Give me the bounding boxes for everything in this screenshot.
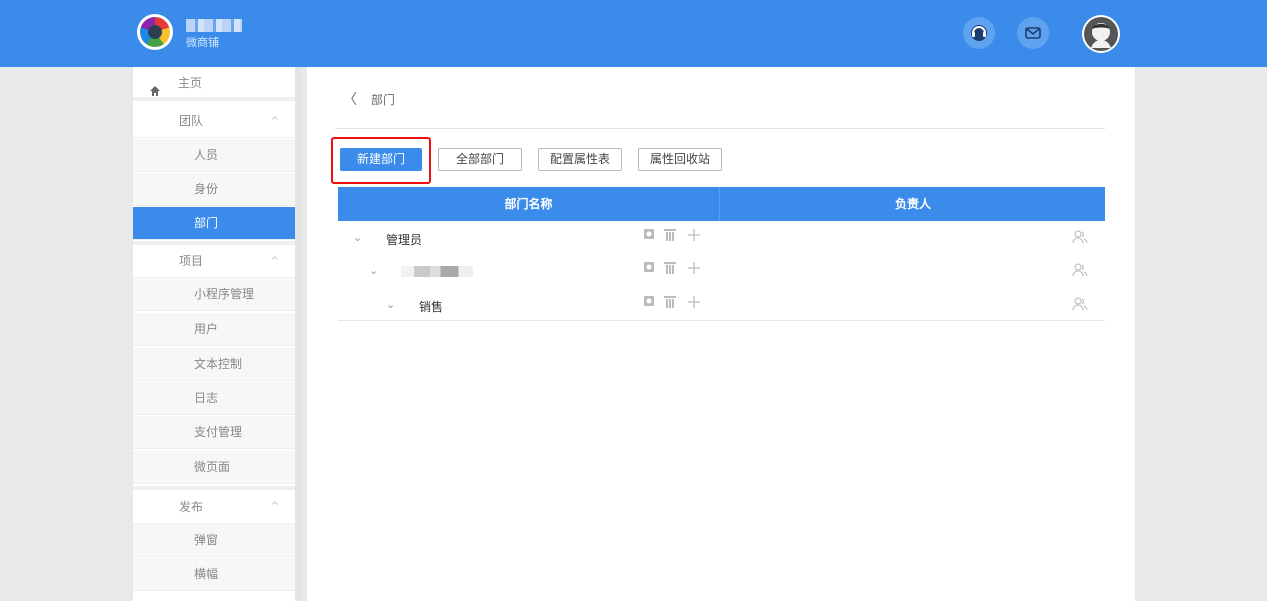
- sidebar-item-payment[interactable]: 支付管理: [133, 416, 295, 449]
- chevron-down-icon[interactable]: ⌄: [353, 231, 362, 244]
- table-row: ⌄: [338, 254, 1105, 288]
- sidebar-item-popup[interactable]: 弹窗: [133, 524, 295, 557]
- assign-owner-icon[interactable]: [1072, 297, 1088, 314]
- dept-name-obscured: [401, 266, 473, 277]
- trash-icon[interactable]: [663, 261, 677, 278]
- trash-icon[interactable]: [663, 295, 677, 312]
- view-icon[interactable]: [643, 261, 655, 276]
- sidebar-group-team[interactable]: 团队 ^: [133, 105, 295, 138]
- column-header-owner: 负责人: [894, 197, 931, 211]
- divider: [335, 128, 1105, 129]
- sidebar-item-miniprogram[interactable]: 小程序管理: [133, 278, 295, 311]
- chevron-up-icon: ^: [270, 256, 279, 267]
- sidebar-item-department[interactable]: 部门: [133, 207, 295, 240]
- table-row: ⌄ 管理员: [338, 221, 1105, 255]
- main-content: 〈 部门 新建部门 全部部门 配置属性表 属性回收站 部门名称 负责人 ⌄ 管理…: [307, 67, 1135, 601]
- dept-name: 管理员: [386, 233, 423, 247]
- sidebar-item-logs[interactable]: 日志: [133, 382, 295, 415]
- sidebar-group-label: 发布: [179, 500, 204, 514]
- assign-owner-icon[interactable]: [1072, 263, 1088, 280]
- page-title: 部门: [370, 93, 395, 107]
- sidebar-group-publish[interactable]: 发布 ^: [133, 486, 295, 524]
- sidebar-item-staff[interactable]: 人员: [133, 139, 295, 172]
- config-attribute-table-button[interactable]: 配置属性表: [538, 148, 622, 171]
- column-header-dept-name: 部门名称: [338, 187, 720, 221]
- plus-icon[interactable]: [687, 228, 701, 245]
- attribute-recycle-bin-button[interactable]: 属性回收站: [638, 148, 722, 171]
- user-avatar[interactable]: [1082, 15, 1120, 53]
- sidebar-group-label: 团队: [179, 114, 204, 128]
- plus-icon[interactable]: [687, 261, 701, 278]
- sidebar-item-role[interactable]: 身份: [133, 173, 295, 206]
- mail-icon[interactable]: [1017, 17, 1049, 49]
- view-icon[interactable]: [643, 228, 655, 243]
- back-icon[interactable]: 〈: [343, 89, 357, 109]
- app-logo[interactable]: [137, 14, 173, 50]
- table-row: ⌄ 销售: [338, 288, 1105, 322]
- sidebar-item-users[interactable]: 用户: [133, 313, 295, 346]
- assign-owner-icon[interactable]: [1072, 230, 1088, 247]
- sidebar-item-home[interactable]: 主页: [133, 67, 295, 101]
- sidebar-group-label: 项目: [179, 254, 204, 268]
- new-department-button[interactable]: 新建部门: [340, 148, 422, 171]
- breadcrumb: 〈 部门: [343, 89, 395, 109]
- table-header: 部门名称 负责人: [338, 187, 1105, 221]
- table-bottom-border: [338, 320, 1105, 321]
- support-icon[interactable]: [963, 17, 995, 49]
- brand-name-obscured: [186, 19, 242, 32]
- chevron-up-icon: ^: [270, 501, 279, 512]
- sidebar-item-banner[interactable]: 横幅: [133, 558, 295, 591]
- sidebar-group-project[interactable]: 项目 ^: [133, 241, 295, 278]
- chevron-down-icon[interactable]: ⌄: [369, 264, 378, 277]
- chevron-up-icon: ^: [270, 116, 279, 127]
- sidebar-item-label: 主页: [178, 76, 203, 90]
- view-icon[interactable]: [643, 295, 655, 310]
- sidebar: 主页 团队 ^ 人员 身份 部门 项目 ^ 小程序管理 用户 文本控制 日志 支…: [133, 67, 301, 601]
- all-departments-button[interactable]: 全部部门: [438, 148, 522, 171]
- brand-subtitle: 微商铺: [186, 36, 219, 49]
- sidebar-item-text-control[interactable]: 文本控制: [133, 348, 295, 381]
- plus-icon[interactable]: [687, 295, 701, 312]
- chevron-down-icon[interactable]: ⌄: [386, 298, 395, 311]
- top-header: 微商铺: [0, 0, 1267, 67]
- sidebar-item-micropage[interactable]: 微页面: [133, 451, 295, 484]
- dept-name: 销售: [419, 300, 444, 314]
- trash-icon[interactable]: [663, 228, 677, 245]
